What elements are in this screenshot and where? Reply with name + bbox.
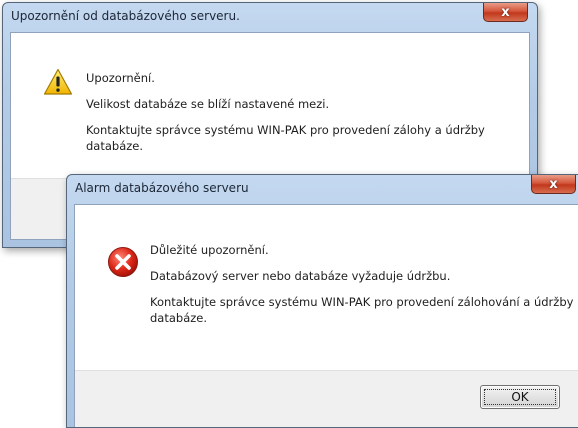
alarm-dialog-titlebar[interactable]: Alarm databázového serveru x: [67, 175, 578, 204]
alarm-close-button[interactable]: x: [531, 175, 576, 194]
alarm-message: Důležité upozornění. Databázový server n…: [150, 242, 578, 336]
alarm-dialog-body: Důležité upozornění. Databázový server n…: [74, 204, 578, 427]
warning-message: Upozornění. Velikost databáze se blíží n…: [86, 70, 516, 164]
focus-rectangle: [484, 389, 556, 405]
warning-triangle-icon: [43, 68, 73, 95]
error-x-icon: [108, 247, 138, 277]
warning-heading: Upozornění.: [86, 71, 155, 85]
warning-line-2: Kontaktujte správce systému WIN-PAK pro …: [86, 123, 485, 153]
alarm-line-1: Databázový server nebo databáze vyžaduje…: [150, 269, 451, 283]
alarm-heading: Důležité upozornění.: [150, 243, 269, 257]
close-icon: x: [501, 4, 510, 20]
warning-dialog-titlebar[interactable]: Upozornění od databázového serveru. x: [3, 3, 537, 32]
ok-button[interactable]: OK: [480, 385, 560, 409]
warning-line-1: Velikost databáze se blíží nastavené mez…: [86, 97, 330, 111]
alarm-dialog: Alarm databázového serveru x Důležité up…: [66, 174, 578, 428]
warning-close-button[interactable]: x: [483, 3, 528, 22]
close-icon: x: [549, 176, 558, 192]
alarm-dialog-footer: OK: [75, 370, 578, 427]
alarm-line-2: Kontaktujte správce systému WIN-PAK pro …: [150, 295, 574, 325]
warning-dialog-title: Upozornění od databázového serveru.: [11, 9, 240, 23]
alarm-dialog-title: Alarm databázového serveru: [75, 181, 249, 195]
